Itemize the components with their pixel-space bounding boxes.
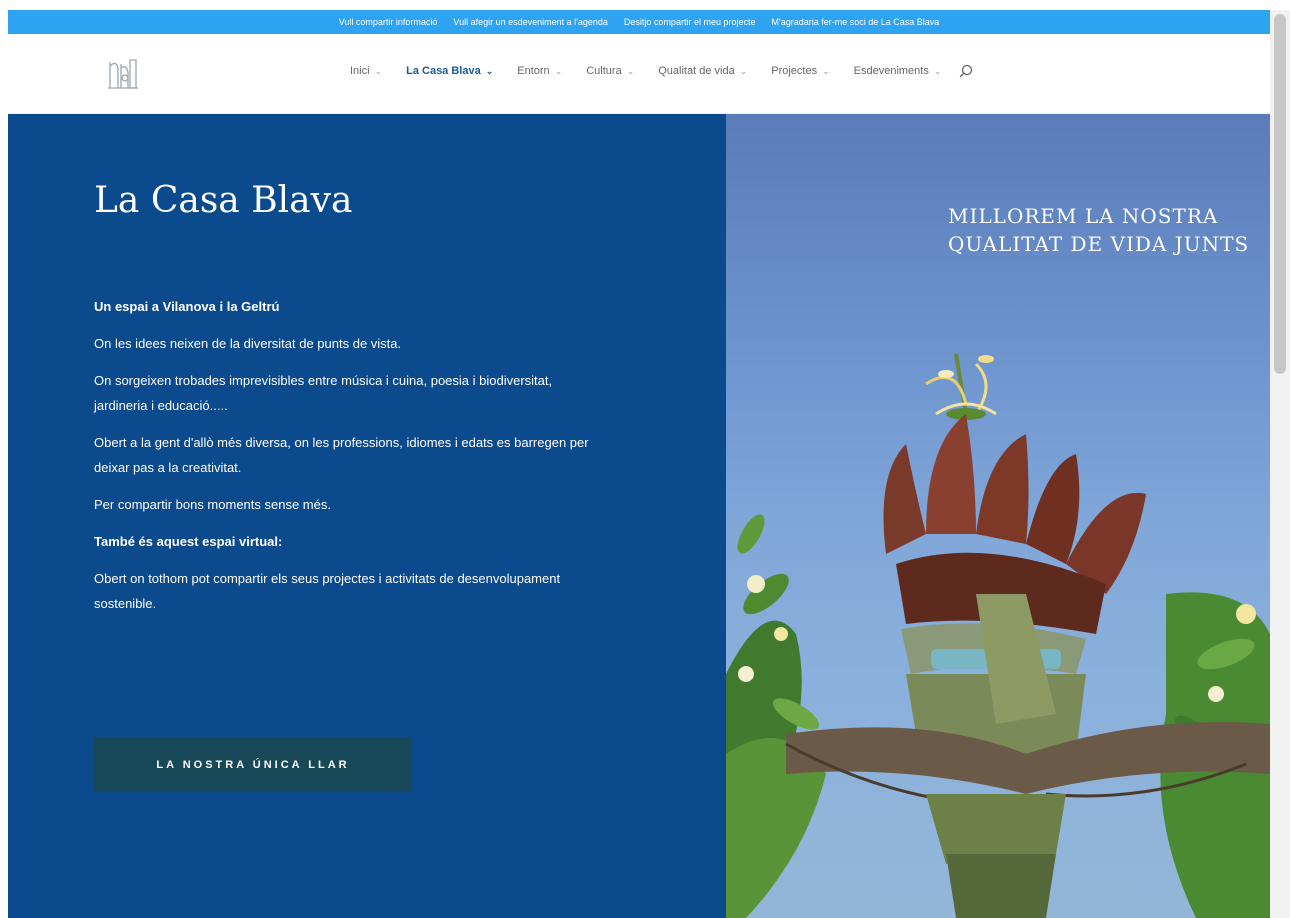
nav-item-la-casa-blava[interactable]: La Casa Blava ⌄	[406, 65, 493, 77]
intro-paragraph: Obert on tothom pot compartir els seus p…	[94, 571, 561, 611]
our-home-button[interactable]: LA NOSTRA ÚNICA LLAR	[94, 737, 412, 792]
nav-item-cultura[interactable]: Cultura ⌄	[586, 65, 634, 77]
logo-icon	[108, 59, 138, 89]
flower-top	[925, 353, 997, 420]
site-logo[interactable]	[104, 54, 140, 94]
topbar-link-share-project[interactable]: Desitjo compartir el meu projecte	[624, 17, 756, 27]
nav-item-projectes[interactable]: Projectes ⌄	[771, 65, 829, 77]
intro-subtitle: Un espai a Vilanova i la Geltrú	[94, 299, 280, 314]
chevron-down-icon: ⌄	[626, 65, 635, 76]
hero-image-panel: MILLOREM LA NOSTRA QUALITAT DE VIDA JUNT…	[726, 114, 1270, 918]
site-header: Inici ⌄ La Casa Blava ⌄ Entorn ⌄ Cultura ⌄ Q…	[8, 34, 1270, 114]
scrollbar-thumb[interactable]	[1274, 14, 1286, 374]
nav-item-inici[interactable]: Inici ⌄	[350, 65, 382, 77]
nav-item-entorn[interactable]: Entorn ⌄	[517, 65, 562, 77]
topbar-link-share-info[interactable]: Vull compartir informació	[339, 17, 438, 27]
foliage-left	[726, 514, 826, 918]
intro-paragraph: Obert a la gent d'allò més diversa, on l…	[94, 435, 589, 475]
nav-item-qualitat-de-vida[interactable]: Qualitat de vida ⌄	[658, 65, 747, 77]
intro-panel: La Casa Blava Un espai a Vilanova i la G…	[8, 114, 726, 918]
topbar-link-become-member[interactable]: M'agradaria fer-me soci de La Casa Blava	[771, 17, 939, 27]
intro-content: Un espai a Vilanova i la Geltrú On les i…	[94, 294, 594, 628]
chevron-down-icon: ⌄	[822, 65, 830, 76]
topbar-link-add-event[interactable]: Vull afegir un esdeveniment a l'agenda	[453, 17, 608, 27]
intro-subtitle-virtual: També és aquest espai virtual:	[94, 534, 283, 549]
intro-paragraph: On les idees neixen de la diversitat de …	[94, 336, 402, 351]
chevron-down-icon: ⌄	[739, 65, 748, 76]
intro-paragraph: On sorgeixen trobades imprevisibles entr…	[94, 373, 553, 413]
nav-item-esdeveniments[interactable]: Esdeveniments ⌄	[854, 65, 942, 77]
chevron-down-icon: ⌄	[933, 65, 942, 76]
top-utility-bar: Vull compartir informació Vull afegir un…	[8, 10, 1270, 34]
intro-paragraph: Per compartir bons moments sense més.	[94, 497, 331, 512]
search-icon[interactable]	[959, 64, 973, 78]
hero-tagline: MILLOREM LA NOSTRA QUALITAT DE VIDA JUNT…	[948, 204, 1250, 256]
page-scrollbar[interactable]	[1270, 10, 1290, 918]
main-nav: Inici ⌄ La Casa Blava ⌄ Entorn ⌄ Cultura ⌄ Q…	[350, 64, 973, 78]
chevron-down-icon: ⌄	[554, 65, 563, 76]
page-title: La Casa Blava	[94, 180, 353, 221]
chevron-down-icon: ⌄	[374, 65, 383, 76]
chevron-down-icon: ⌄	[485, 65, 494, 76]
